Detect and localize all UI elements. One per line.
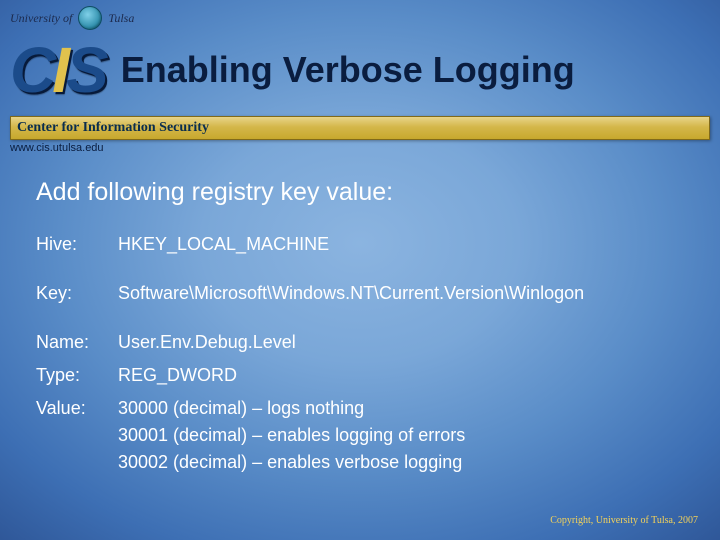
lead-text: Add following registry key value: [36, 178, 692, 207]
center-bar: Center for Information Security [10, 116, 710, 140]
value-hive: HKEY_LOCAL_MACHINE [118, 231, 692, 258]
label-hive: Hive: [36, 231, 112, 258]
value-value: 30000 (decimal) – logs nothing 30001 (de… [118, 395, 692, 476]
label-name: Name: [36, 329, 112, 356]
copyright-text: Copyright, University of Tulsa, 2007 [550, 515, 698, 526]
slide-body: Add following registry key value: Hive: … [36, 178, 692, 476]
label-value: Value: [36, 395, 112, 476]
university-name-text: Tulsa [108, 11, 134, 26]
row-gap [36, 313, 692, 323]
title-row: C I S Enabling Verbose Logging [10, 38, 710, 102]
label-key: Key: [36, 280, 112, 307]
slide-title: Enabling Verbose Logging [121, 49, 575, 91]
cis-logo-s: S [66, 38, 107, 102]
cis-logo-c: C [10, 38, 54, 102]
university-line: University of Tulsa [10, 6, 710, 30]
value-type: REG_DWORD [118, 362, 692, 389]
row-gap [36, 264, 692, 274]
cis-logo: C I S [10, 38, 107, 102]
center-bar-text: Center for Information Security [17, 120, 209, 136]
registry-table: Hive: HKEY_LOCAL_MACHINE Key: Software\M… [36, 231, 692, 476]
site-url: www.cis.utulsa.edu [10, 142, 710, 154]
value-name: User.Env.Debug.Level [118, 329, 692, 356]
header-bar-wrap: Center for Information Security www.cis.… [10, 116, 710, 154]
university-of-text: University of [10, 11, 72, 26]
slide-header: University of Tulsa C I S Enabling Verbo… [10, 6, 710, 126]
value-key: Software\Microsoft\Windows.NT\Current.Ve… [118, 280, 692, 307]
slide: University of Tulsa C I S Enabling Verbo… [0, 0, 720, 540]
label-type: Type: [36, 362, 112, 389]
university-seal-icon [78, 6, 102, 30]
